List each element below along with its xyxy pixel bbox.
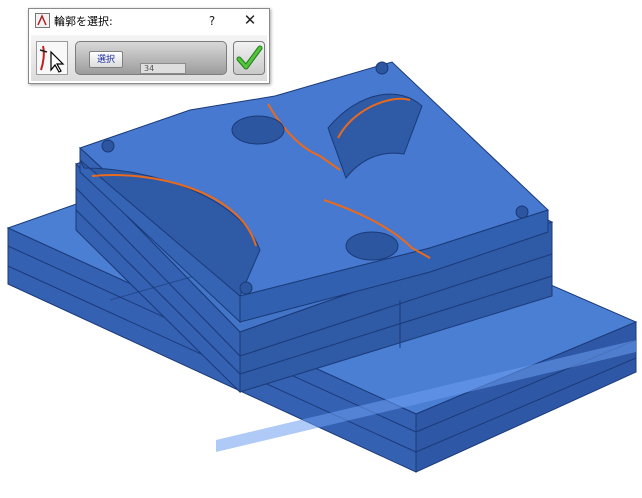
cursor-icon	[39, 45, 65, 73]
title-bar[interactable]: 輪郭を選択: ? ✕	[29, 9, 269, 33]
select-contour-dialog: 輪郭を選択: ? ✕ 選択 34	[28, 8, 270, 84]
checkmark-icon	[236, 45, 263, 70]
selection-count-field: 34	[140, 63, 186, 74]
app-icon	[35, 13, 50, 28]
dialog-title: 輪郭を選択:	[54, 15, 113, 28]
close-button[interactable]: ✕	[239, 12, 261, 30]
help-button[interactable]: ?	[203, 12, 221, 30]
ok-button[interactable]	[233, 41, 265, 75]
dialog-body: 選択 34	[31, 35, 267, 81]
selection-panel: 選択 34	[75, 41, 227, 75]
select-tool-icon[interactable]	[36, 41, 68, 75]
select-button[interactable]: 選択	[89, 51, 123, 68]
